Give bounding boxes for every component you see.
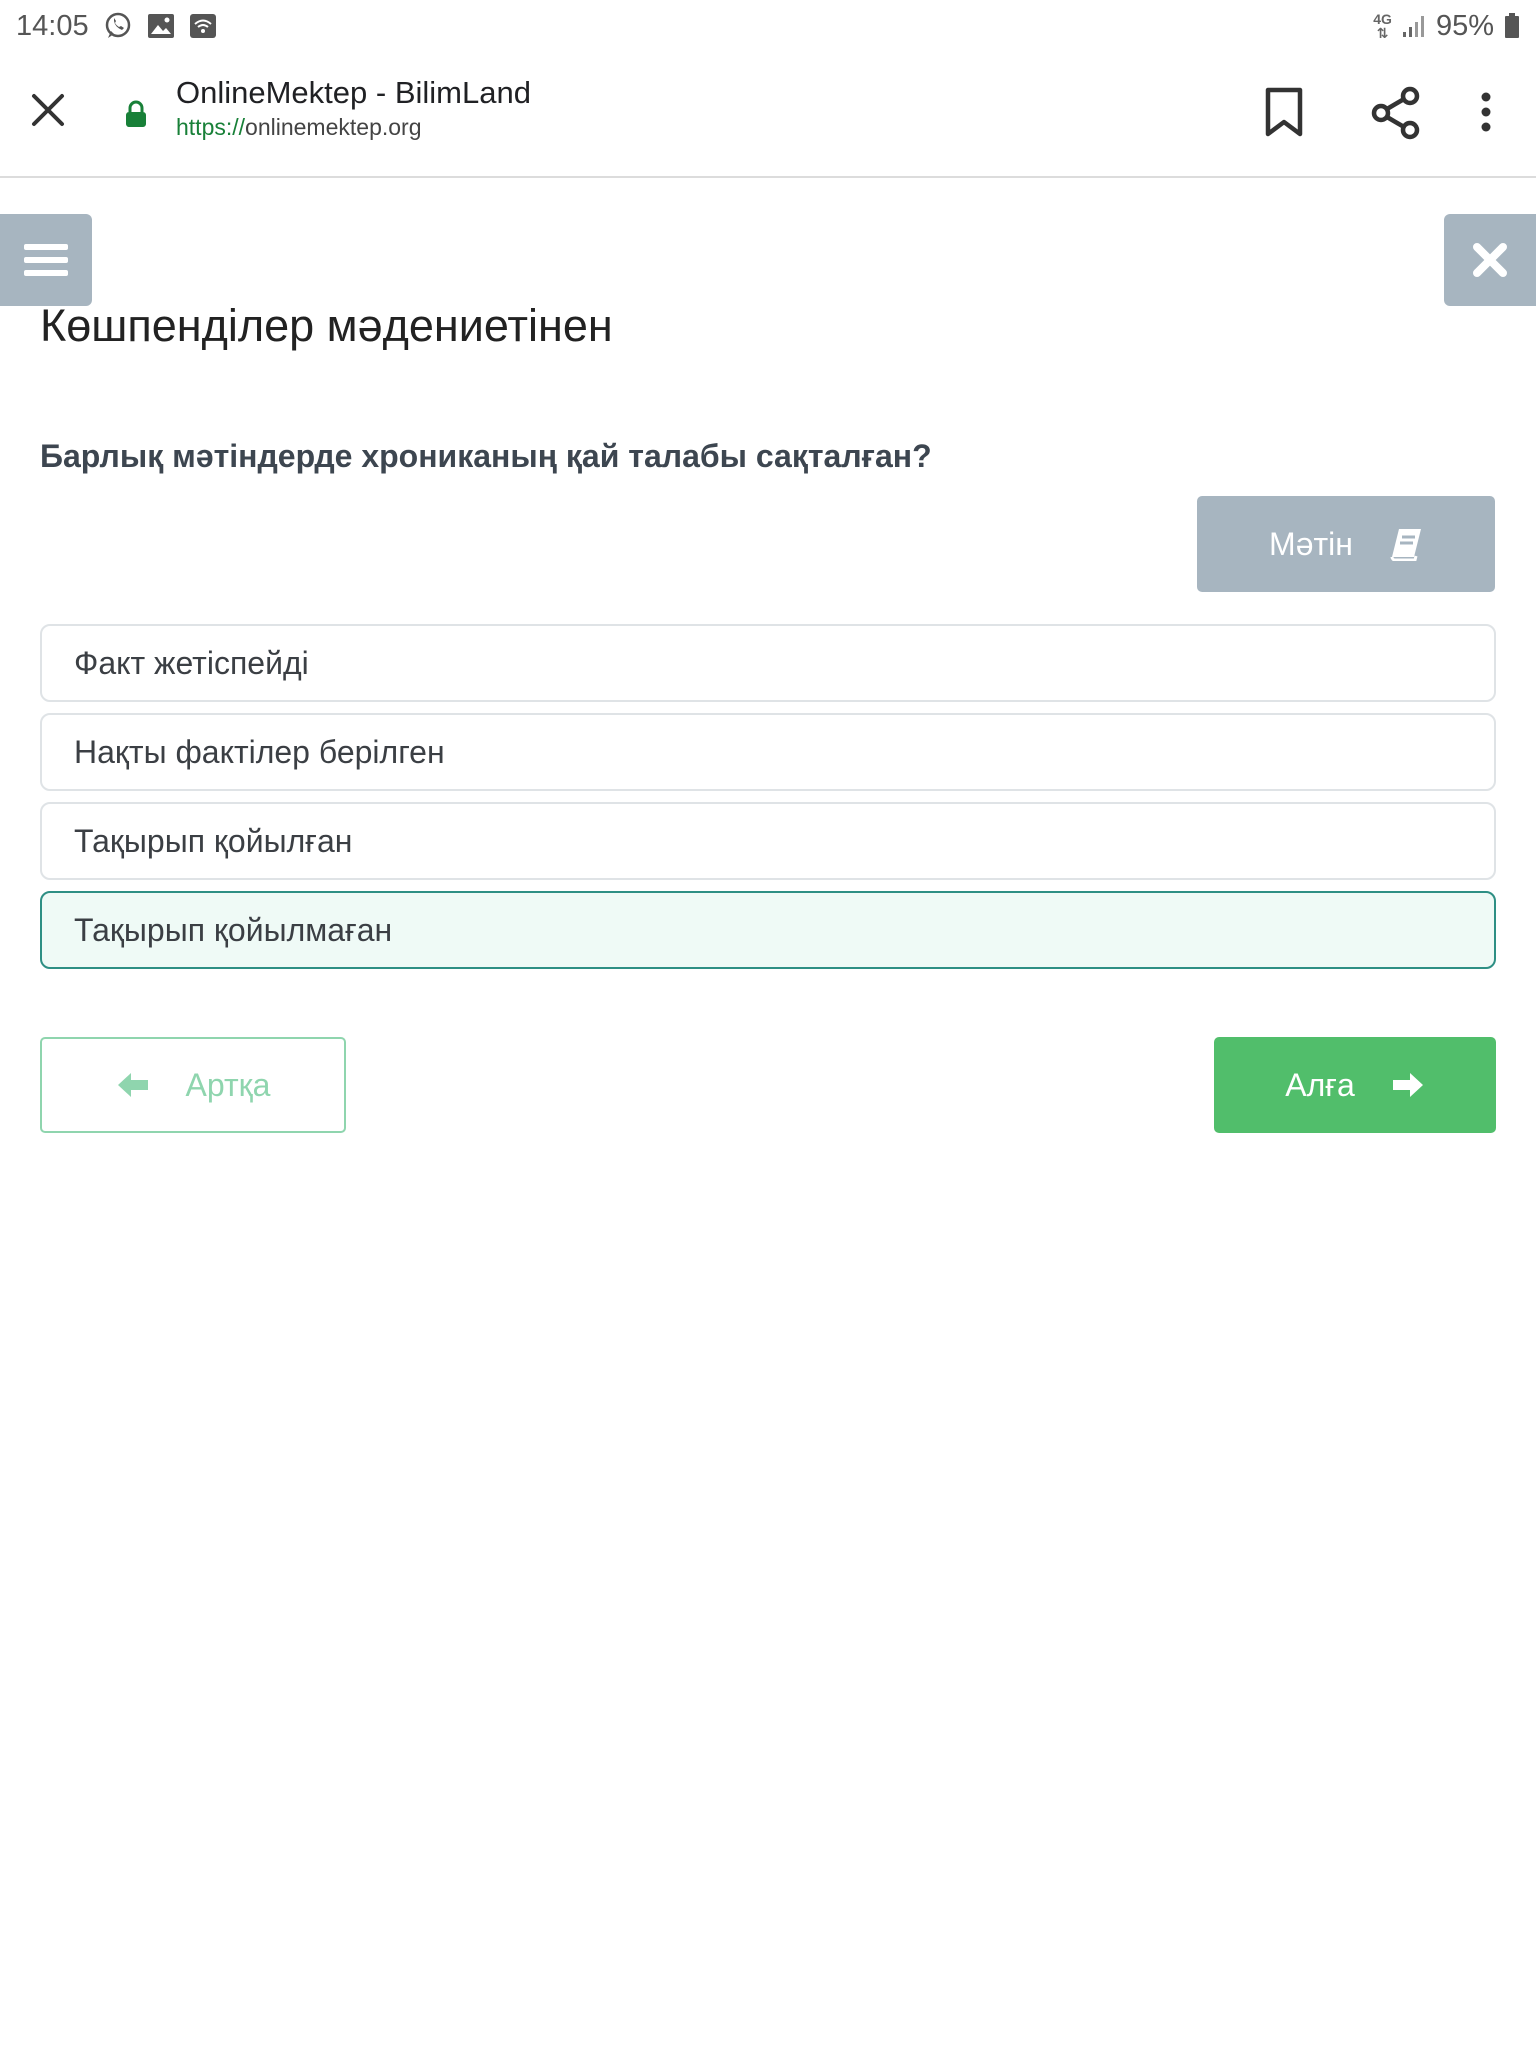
answer-option[interactable]: Нақты фактілер берілген [40, 713, 1496, 791]
battery-icon [1504, 13, 1520, 39]
status-bar: 14:05 4G ⇅ 95% [0, 0, 1536, 52]
close-icon[interactable] [28, 90, 68, 130]
text-button-label: Мәтін [1269, 525, 1353, 562]
gallery-icon [147, 13, 175, 39]
share-icon[interactable] [1370, 86, 1422, 145]
answer-option-label: Факт жетіспейді [74, 644, 309, 681]
text-button[interactable]: Мәтін [1197, 496, 1495, 592]
status-right: 4G ⇅ 95% [1373, 10, 1536, 43]
answer-option-label: Тақырып қойылмаған [74, 911, 393, 948]
whatsapp-icon [103, 11, 133, 41]
lock-icon [124, 100, 148, 133]
url-scheme: https:// [176, 114, 246, 140]
wifi-icon [189, 13, 217, 39]
browser-page-title: OnlineMektep - BilimLand [176, 75, 531, 110]
url-host: onlinemektep.org [245, 114, 422, 140]
browser-url: https://onlinemektep.org [176, 112, 531, 142]
menu-icon [24, 244, 68, 276]
status-time: 14:05 [16, 9, 89, 42]
signal-icon [1402, 14, 1426, 38]
next-button[interactable]: Алға [1214, 1037, 1496, 1133]
more-vert-icon[interactable] [1478, 88, 1494, 141]
answer-option[interactable]: Тақырып қойылған [40, 802, 1496, 880]
answer-option[interactable]: Факт жетіспейді [40, 624, 1496, 702]
back-button[interactable]: Артқа [40, 1037, 346, 1133]
battery-percent: 95% [1435, 9, 1494, 42]
back-button-label: Артқа [185, 1066, 271, 1103]
page-title: Көшпенділер мәдениетінен [40, 300, 613, 351]
next-button-label: Алға [1285, 1066, 1355, 1103]
browser-toolbar: OnlineMektep - BilimLand https://onlinem… [0, 52, 1536, 178]
close-icon [1473, 243, 1507, 277]
answer-option-label: Нақты фактілер берілген [74, 733, 445, 770]
question-text: Барлық мәтіндерде хрониканың қай талабы … [40, 438, 932, 474]
answer-option-selected[interactable]: Тақырып қойылмаған [40, 891, 1496, 969]
network-type: 4G ⇅ [1373, 11, 1392, 41]
address-area[interactable]: OnlineMektep - BilimLand https://onlinem… [176, 74, 531, 142]
status-left: 14:05 [0, 10, 217, 43]
answer-option-label: Тақырып қойылған [74, 822, 353, 859]
arrow-left-icon [117, 1073, 148, 1097]
arrow-right-icon [1392, 1073, 1423, 1097]
book-icon [1390, 529, 1421, 561]
close-lesson-button[interactable] [1444, 214, 1536, 306]
bookmark-icon[interactable] [1262, 86, 1306, 143]
menu-button[interactable] [0, 214, 92, 306]
answer-options: Факт жетіспейді Нақты фактілер берілген … [40, 624, 1496, 980]
